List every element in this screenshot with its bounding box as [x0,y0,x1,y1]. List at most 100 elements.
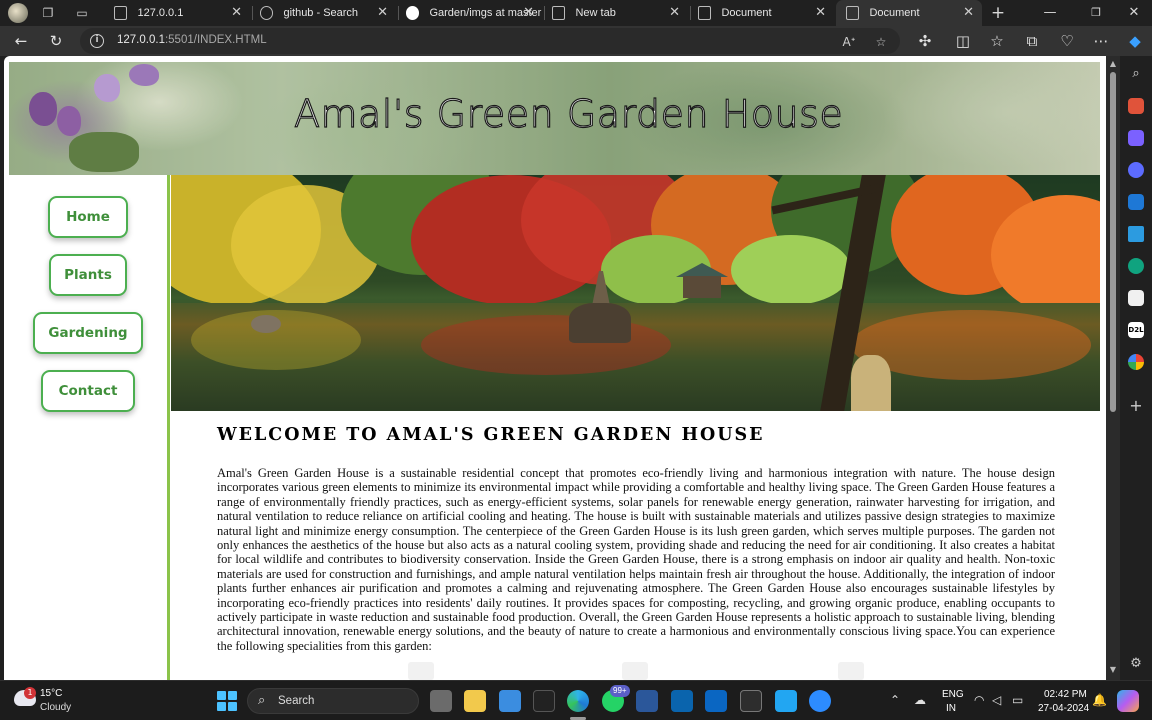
header-banner: Amal's Green Garden House [9,62,1100,175]
new-tab-icon[interactable]: + [988,3,1008,23]
clock-date[interactable]: 27-04-2024 [1038,703,1089,714]
add-icon[interactable]: + [1128,398,1144,414]
copilot-icon[interactable]: ◆ [1124,31,1146,51]
settings-gear-icon[interactable]: ⚙ [1128,656,1144,672]
scroll-down-icon[interactable]: ▼ [1109,666,1117,674]
language-code[interactable]: ENG [942,689,964,700]
taskbar-search[interactable]: ⌕ Search [247,688,419,714]
refresh-icon[interactable]: ↻ [45,31,67,51]
tab-3[interactable]: Garden/imgs at master ✕ [396,0,542,26]
page-scrollbar[interactable]: ▲ ▼ [1106,56,1120,680]
clock-time[interactable]: 02:42 PM [1044,689,1087,700]
weather-condition[interactable]: Cloudy [40,702,71,713]
restore-icon[interactable]: ❐ [1086,3,1106,23]
close-icon[interactable]: ✕ [231,5,242,20]
send-icon[interactable] [1128,226,1144,242]
chevron-up-icon[interactable]: ⌃ [890,693,900,707]
back-icon[interactable]: ← [10,31,32,51]
nav-contact-button[interactable]: Contact [41,370,135,412]
more-menu-icon[interactable]: ⋯ [1090,31,1112,51]
close-icon[interactable]: ✕ [669,5,680,20]
scroll-up-icon[interactable]: ▲ [1109,60,1117,68]
flower-decoration [94,74,120,102]
linkedin-icon[interactable] [705,690,727,712]
tab-6-active[interactable]: Document ✕ [836,0,982,26]
region-code[interactable]: IN [946,703,956,714]
tools-icon[interactable] [1128,130,1144,146]
intro-paragraph: Amal's Green Garden House is a sustainab… [217,466,1055,653]
edge-sidebar: ⌕ D2L + ⚙ [1120,56,1152,680]
url-bar[interactable]: i 127.0.0.1:5501/INDEX.HTML Aᐩ ☆ [80,28,900,54]
favorites-icon[interactable]: ☆ [986,31,1008,51]
specialty-thumb [838,662,864,680]
search-label: Search [278,695,315,707]
games-icon[interactable] [1128,162,1144,178]
copilot-icon[interactable] [1117,690,1139,712]
search-icon [260,6,274,20]
profile-avatar[interactable] [8,3,28,23]
onedrive-icon[interactable]: ☁ [914,693,926,707]
windows-start-icon[interactable] [217,691,237,711]
zoom-icon[interactable] [809,690,831,712]
store-icon[interactable] [499,690,521,712]
garden-hero-image [171,175,1100,411]
specialty-thumb [408,662,434,680]
url-host: 127.0.0.1 [117,34,165,46]
vscode-icon[interactable] [775,690,797,712]
nav-home-button[interactable]: Home [48,196,128,238]
outlook-icon[interactable] [1128,194,1144,210]
browser-essentials-icon[interactable]: ♡ [1056,31,1078,51]
url-text[interactable]: 127.0.0.1:5501/INDEX.HTML [117,34,267,46]
favorite-star-icon[interactable]: ☆ [872,33,890,51]
page-icon [846,6,860,20]
outlook-icon[interactable] [671,690,693,712]
close-icon[interactable]: ✕ [377,5,388,20]
welcome-heading: WELCOME TO AMAL'S GREEN GARDEN HOUSE [217,425,765,445]
d2l-icon[interactable]: D2L [1128,322,1144,338]
shopping-icon[interactable] [1128,98,1144,114]
flower-decoration [57,106,81,136]
leaf-decoration [69,132,139,172]
document-icon[interactable] [1128,290,1144,306]
split-screen-icon[interactable]: ◫ [952,31,974,51]
scroll-thumb[interactable] [1110,72,1116,412]
app-icon[interactable] [533,690,555,712]
flower-decoration [29,92,57,126]
terminal-icon[interactable] [740,690,762,712]
file-explorer-icon[interactable] [464,690,486,712]
nav-plants-button[interactable]: Plants [49,254,127,296]
edge-browser-icon[interactable] [567,690,589,712]
google-icon[interactable] [1128,354,1144,370]
message-count-badge: 99+ [610,685,630,697]
info-icon[interactable]: i [90,34,104,48]
battery-icon[interactable]: ▭ [1012,693,1023,707]
close-icon[interactable]: ✕ [523,5,534,20]
newtab-icon [552,6,566,20]
minimize-icon[interactable]: — [1040,3,1060,23]
pavilion-body [683,276,721,298]
tab-2[interactable]: github - Search ✕ [250,0,396,26]
close-icon[interactable]: ✕ [963,5,974,20]
close-icon[interactable]: ✕ [815,5,826,20]
nav-gardening-button[interactable]: Gardening [33,312,143,354]
extensions-icon[interactable]: ✣ [914,31,936,51]
read-aloud-icon[interactable]: Aᐩ [840,33,858,51]
url-path: :5501/INDEX.HTML [164,34,267,46]
task-view-icon[interactable] [430,690,452,712]
wifi-icon[interactable]: ◠ [974,693,984,707]
window-close-icon[interactable]: ✕ [1124,3,1144,23]
weather-temperature[interactable]: 15°C [40,688,62,699]
workspaces-icon[interactable]: ❐ [40,5,56,21]
tab-5[interactable]: Document ✕ [688,0,834,26]
tab-1[interactable]: 127.0.0.1 ✕ [104,0,250,26]
search-icon[interactable]: ⌕ [1128,66,1144,82]
tab-4[interactable]: New tab ✕ [542,0,688,26]
volume-icon[interactable]: ◁ [992,693,1001,707]
pond-reflection [421,315,671,375]
chatgpt-icon[interactable] [1128,258,1144,274]
word-icon[interactable] [636,690,658,712]
side-navigation: Home Plants Gardening Contact [4,175,170,680]
notification-bell-icon[interactable]: 🔔 [1092,693,1107,707]
collections-icon[interactable]: ⧉ [1021,31,1043,51]
tab-actions-icon[interactable]: ▭ [74,5,90,21]
